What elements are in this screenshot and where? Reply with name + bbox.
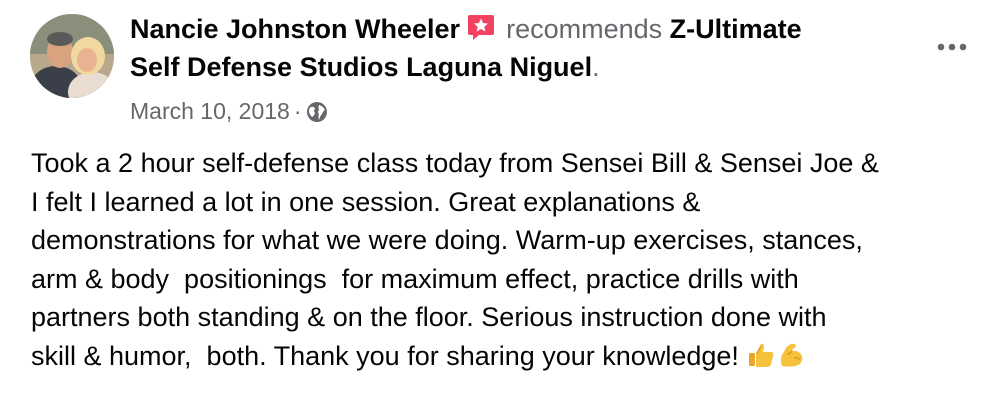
body-line: arm & body positionings for maximum effe… bbox=[31, 263, 799, 294]
avatar[interactable] bbox=[30, 14, 114, 98]
post-body: Took a 2 hour self-defense class today f… bbox=[31, 144, 986, 376]
post-header: Nancie Johnston Wheeler recommends Z-Ult… bbox=[130, 10, 930, 86]
meta-separator: · bbox=[293, 98, 302, 124]
more-options-button[interactable] bbox=[932, 32, 972, 62]
body-line: skill & humor, both. Thank you for shari… bbox=[31, 340, 739, 371]
body-line: demonstrations for what we were doing. W… bbox=[31, 225, 863, 256]
post-date[interactable]: March 10, 2018 bbox=[130, 98, 290, 124]
thumbs-up-emoji bbox=[746, 340, 776, 370]
body-line: partners both standing & on the floor. S… bbox=[31, 302, 827, 333]
recommends-verb: recommends bbox=[506, 14, 663, 44]
flexed-biceps-emoji bbox=[776, 340, 806, 370]
globe-icon[interactable] bbox=[306, 100, 328, 122]
avatar-photo bbox=[30, 14, 114, 98]
body-line-last: skill & humor, both. Thank you for shari… bbox=[31, 337, 986, 376]
recommendation-post: Nancie Johnston Wheeler recommends Z-Ult… bbox=[0, 0, 1008, 404]
body-line: I felt I learned a lot in one session. G… bbox=[31, 186, 701, 217]
header-line-2: Self Defense Studios Laguna Niguel. bbox=[130, 48, 930, 86]
page-name-part-2[interactable]: Self Defense Studios Laguna Niguel bbox=[130, 52, 592, 82]
body-line: Took a 2 hour self-defense class today f… bbox=[31, 148, 879, 178]
more-options-icon bbox=[937, 43, 967, 51]
page-name-part-1[interactable]: Z-Ultimate bbox=[670, 14, 802, 44]
header-line-1: Nancie Johnston Wheeler recommends Z-Ult… bbox=[130, 10, 930, 48]
header-period: . bbox=[592, 52, 600, 82]
recommend-star-icon bbox=[466, 12, 496, 42]
post-meta: March 10, 2018 · bbox=[130, 96, 328, 126]
author-name[interactable]: Nancie Johnston Wheeler bbox=[130, 14, 460, 44]
